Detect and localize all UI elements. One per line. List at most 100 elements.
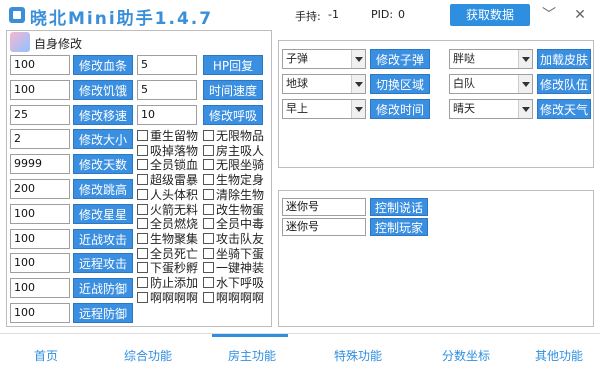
player-id-input[interactable]: 迷你号: [282, 218, 366, 236]
checkbox-icon[interactable]: [203, 218, 214, 230]
modify-button[interactable]: 修改大小: [73, 129, 133, 150]
apply-button[interactable]: 修改时间: [370, 99, 430, 119]
option-checkbox[interactable]: 啊啊啊啊: [137, 291, 198, 306]
checkbox-icon[interactable]: [137, 159, 148, 171]
option-checkbox[interactable]: 全员燃烧: [137, 217, 198, 232]
checkbox-icon[interactable]: [203, 277, 214, 288]
option-checkbox[interactable]: 无限物品: [203, 129, 264, 144]
value-input[interactable]: 100: [10, 203, 70, 224]
modify-button[interactable]: 修改呼吸: [203, 105, 263, 125]
checkbox-icon[interactable]: [203, 291, 214, 303]
option-checkbox[interactable]: 火箭无料: [137, 203, 198, 218]
value-input[interactable]: 100: [10, 303, 70, 323]
checkbox-icon[interactable]: [137, 188, 148, 200]
value-input[interactable]: 100: [10, 253, 70, 274]
checkbox-icon[interactable]: [203, 247, 214, 259]
dropdown-select[interactable]: 晴天: [449, 99, 533, 119]
value-input[interactable]: 10: [137, 105, 197, 125]
option-checkbox[interactable]: 生物聚集: [137, 232, 198, 247]
checkbox-icon[interactable]: [203, 144, 214, 156]
value-input[interactable]: 9999: [10, 154, 70, 175]
checkbox-icon[interactable]: [137, 130, 148, 141]
option-checkbox[interactable]: 全员锁血: [137, 158, 198, 173]
control-button[interactable]: 控制玩家: [370, 218, 428, 236]
apply-button[interactable]: 修改子弹: [370, 49, 430, 69]
checkbox-icon[interactable]: [203, 159, 214, 171]
checkbox-icon[interactable]: [137, 262, 148, 274]
tab-3[interactable]: 特殊功能: [313, 334, 403, 385]
modify-button[interactable]: 近战攻击: [73, 228, 133, 249]
modify-button[interactable]: 修改血条: [73, 55, 133, 75]
option-checkbox[interactable]: 防止添加: [137, 276, 198, 291]
checkbox-icon[interactable]: [203, 130, 214, 141]
dropdown-select[interactable]: 早上: [282, 99, 366, 119]
modify-button[interactable]: 修改跳高: [73, 179, 133, 199]
apply-button[interactable]: 修改队伍: [537, 74, 591, 94]
apply-button[interactable]: 修改天气: [537, 99, 591, 119]
checkbox-icon[interactable]: [137, 247, 148, 259]
tab-1[interactable]: 综合功能: [103, 334, 193, 385]
option-checkbox[interactable]: 房主吸人: [203, 144, 264, 159]
checkbox-icon[interactable]: [203, 262, 214, 274]
option-checkbox[interactable]: 坐骑下蛋: [203, 247, 264, 262]
value-input[interactable]: 2: [10, 129, 70, 150]
option-checkbox[interactable]: 重生留物: [137, 129, 198, 144]
modify-button[interactable]: 近战防御: [73, 278, 133, 299]
option-checkbox[interactable]: 全员中毒: [203, 217, 264, 232]
modify-button[interactable]: 修改移速: [73, 104, 133, 125]
option-checkbox[interactable]: 全员死亡: [137, 247, 198, 262]
modify-button[interactable]: 修改天数: [73, 154, 133, 175]
option-checkbox[interactable]: 攻击队友: [203, 232, 264, 247]
modify-button[interactable]: 修改星星: [73, 203, 133, 224]
checkbox-icon[interactable]: [203, 188, 214, 200]
modify-button[interactable]: 远程防御: [73, 303, 133, 323]
fetch-data-button[interactable]: 获取数据: [450, 4, 530, 26]
modify-button[interactable]: 远程攻击: [73, 253, 133, 274]
checkbox-icon[interactable]: [137, 174, 148, 186]
checkbox-icon[interactable]: [137, 203, 148, 215]
tab-0[interactable]: 首页: [1, 334, 91, 385]
value-input[interactable]: 100: [10, 55, 70, 75]
checkbox-icon[interactable]: [137, 291, 148, 303]
apply-button[interactable]: 加载皮肤: [537, 49, 591, 69]
value-input[interactable]: 200: [10, 179, 70, 199]
option-checkbox[interactable]: 超级雷暴: [137, 173, 198, 188]
option-checkbox[interactable]: 吸掉落物: [137, 144, 198, 159]
apply-button[interactable]: 切换区域: [370, 74, 430, 94]
checkbox-icon[interactable]: [137, 232, 148, 244]
value-input[interactable]: 100: [10, 278, 70, 299]
dropdown-select[interactable]: 子弹: [282, 49, 366, 69]
close-icon[interactable]: ✕: [570, 6, 590, 24]
value-input[interactable]: 25: [10, 104, 70, 125]
value-input[interactable]: 100: [10, 79, 70, 100]
dropdown-select[interactable]: 胖哒: [449, 49, 533, 69]
tab-4[interactable]: 分数坐标: [421, 334, 511, 385]
player-id-input[interactable]: 迷你号: [282, 198, 366, 216]
option-checkbox[interactable]: 下蛋秒孵: [137, 261, 198, 276]
dropdown-select[interactable]: 白队: [449, 74, 533, 94]
option-checkbox[interactable]: 改生物蛋: [203, 203, 264, 218]
value-input[interactable]: 5: [137, 55, 197, 75]
checkbox-icon[interactable]: [137, 218, 148, 230]
value-input[interactable]: 5: [137, 80, 197, 100]
option-checkbox[interactable]: 一键神装: [203, 261, 264, 276]
checkbox-icon[interactable]: [137, 277, 148, 288]
minimize-icon[interactable]: ﹀: [539, 6, 559, 24]
modify-button[interactable]: 时间速度: [203, 80, 263, 100]
value-input[interactable]: 100: [10, 228, 70, 249]
checkbox-icon[interactable]: [203, 232, 214, 244]
tab-2[interactable]: 房主功能: [207, 334, 297, 385]
checkbox-icon[interactable]: [203, 174, 214, 186]
modify-button[interactable]: HP回复: [203, 55, 263, 75]
option-checkbox[interactable]: 人头体积: [137, 188, 198, 203]
checkbox-icon[interactable]: [137, 144, 148, 156]
option-checkbox[interactable]: 无限坐骑: [203, 158, 264, 173]
option-checkbox[interactable]: 啊啊啊啊: [203, 291, 264, 306]
checkbox-icon[interactable]: [203, 203, 214, 215]
modify-button[interactable]: 修改饥饿: [73, 79, 133, 100]
tab-5[interactable]: 其他功能: [514, 334, 600, 385]
dropdown-select[interactable]: 地球: [282, 74, 366, 94]
option-checkbox[interactable]: 清除生物: [203, 188, 264, 203]
control-button[interactable]: 控制说话: [370, 198, 428, 216]
option-checkbox[interactable]: 水下呼吸: [203, 276, 264, 291]
